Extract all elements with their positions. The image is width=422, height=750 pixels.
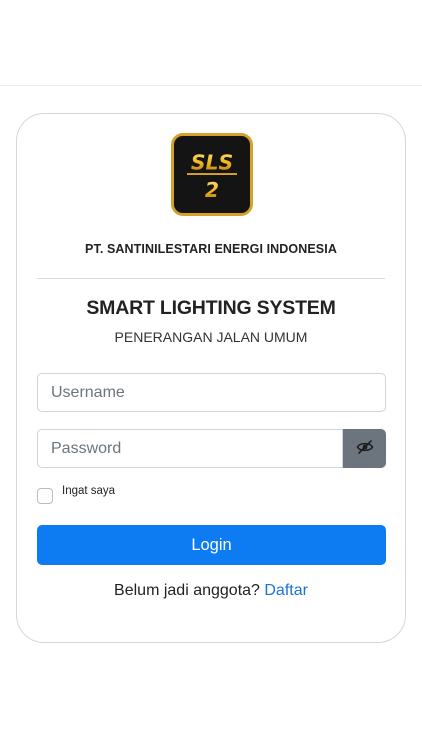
toggle-password-button[interactable] bbox=[343, 429, 386, 468]
app-subtitle: PENERANGAN JALAN UMUM bbox=[114, 329, 308, 345]
login-button[interactable]: Login bbox=[37, 525, 386, 565]
password-input[interactable] bbox=[37, 429, 343, 468]
remember-checkbox[interactable] bbox=[37, 488, 53, 504]
remember-label: Ingat saya bbox=[62, 485, 116, 497]
top-bar bbox=[0, 0, 422, 86]
app-title: SMART LIGHTING SYSTEM bbox=[86, 297, 336, 319]
logo-text-bottom: 2 bbox=[205, 178, 219, 202]
sls-logo: SLS 2 bbox=[171, 133, 253, 216]
username-input[interactable] bbox=[37, 373, 386, 412]
register-text: Belum jadi anggota? bbox=[114, 582, 265, 599]
register-prompt: Belum jadi anggota? Daftar bbox=[17, 582, 405, 600]
login-card: SLS 2 PT. SANTINILESTARI ENERGI INDONESI… bbox=[16, 113, 406, 643]
register-link[interactable]: Daftar bbox=[264, 582, 308, 599]
logo-text-top: SLS bbox=[191, 150, 233, 174]
eye-slash-icon bbox=[356, 439, 374, 458]
password-group bbox=[37, 429, 386, 468]
remember-me: Ingat saya bbox=[37, 485, 115, 504]
divider bbox=[37, 278, 385, 279]
company-name: PT. SANTINILESTARI ENERGI INDONESIA bbox=[85, 242, 337, 256]
logo-graphic: SLS 2 bbox=[174, 136, 250, 213]
